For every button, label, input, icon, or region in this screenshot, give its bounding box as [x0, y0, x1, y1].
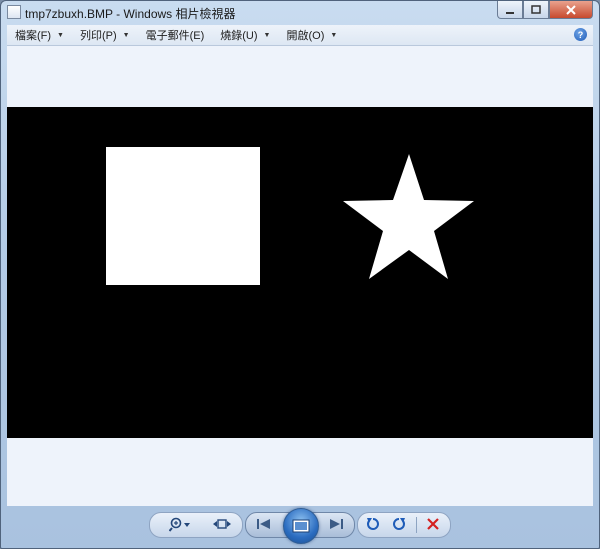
- chevron-down-icon: ▼: [122, 31, 130, 39]
- menu-bar: 檔案(F) ▼ 列印(P) ▼ 電子郵件(E) 燒錄(U) ▼ 開啟(O) ▼ …: [7, 25, 593, 46]
- menu-open[interactable]: 開啟(O) ▼: [278, 25, 345, 45]
- delete-icon: [427, 518, 439, 530]
- slideshow-button[interactable]: [283, 508, 319, 544]
- white-square-shape: [106, 147, 260, 285]
- white-star-shape: [343, 154, 474, 279]
- chevron-down-icon: ▼: [263, 31, 271, 39]
- rotate-left-button[interactable]: [363, 515, 383, 533]
- zoom-button[interactable]: [167, 515, 193, 533]
- zoom-icon: [169, 517, 190, 532]
- next-button[interactable]: [325, 516, 347, 532]
- close-icon: [566, 4, 576, 15]
- previous-button[interactable]: [253, 516, 275, 532]
- menu-print[interactable]: 列印(P) ▼: [72, 25, 138, 45]
- minimize-button[interactable]: [497, 1, 523, 19]
- rotate-right-button[interactable]: [389, 515, 409, 533]
- close-button[interactable]: [549, 1, 593, 19]
- menu-burn[interactable]: 燒錄(U) ▼: [212, 25, 278, 45]
- caption-buttons: [497, 1, 593, 21]
- actual-size-button[interactable]: [211, 515, 233, 533]
- help-icon[interactable]: ?: [574, 28, 587, 41]
- menu-open-label: 開啟(O): [286, 30, 325, 42]
- minimize-icon: [506, 11, 514, 14]
- toolbar-divider: [416, 517, 417, 533]
- image-viewer-pane[interactable]: [7, 46, 593, 506]
- chevron-down-icon: ▼: [330, 31, 338, 39]
- menu-email-label: 電子郵件(E): [145, 30, 205, 42]
- maximize-icon: [531, 4, 541, 14]
- previous-icon: [257, 519, 270, 529]
- rotate-right-icon: [393, 518, 405, 530]
- menu-file[interactable]: 檔案(F) ▼: [7, 25, 72, 45]
- menu-burn-label: 燒錄(U): [220, 30, 258, 42]
- maximize-button[interactable]: [523, 1, 549, 19]
- window-title: tmp7zbuxh.BMP - Windows 相片檢視器: [25, 7, 236, 21]
- chevron-down-icon: ▼: [57, 31, 64, 39]
- actual-size-icon: [213, 519, 231, 529]
- next-icon: [330, 519, 343, 529]
- rotate-left-icon: [367, 518, 379, 530]
- photo-viewer-window: tmp7zbuxh.BMP - Windows 相片檢視器 檔案(F) ▼ 列印…: [0, 0, 600, 549]
- app-icon: [7, 5, 21, 19]
- menu-print-label: 列印(P): [79, 30, 117, 42]
- bottom-toolbar: [1, 506, 599, 548]
- delete-button[interactable]: [423, 515, 443, 533]
- menu-file-label: 檔案(F): [15, 30, 52, 42]
- slideshow-icon: [292, 519, 310, 533]
- menu-email[interactable]: 電子郵件(E): [138, 25, 213, 45]
- title-bar[interactable]: tmp7zbuxh.BMP - Windows 相片檢視器: [1, 1, 599, 25]
- displayed-image: [7, 107, 593, 438]
